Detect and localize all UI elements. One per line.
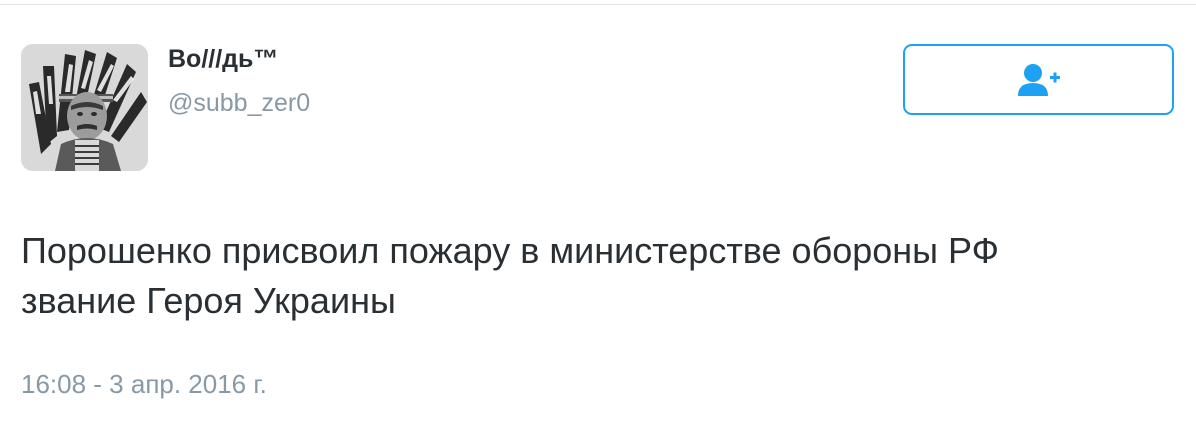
top-divider	[0, 4, 1196, 5]
tweet-text-line: Порошенко присвоил пожару в министерстве…	[21, 230, 999, 271]
avatar-image	[21, 44, 148, 171]
tweet-text-line: звание Героя Украины	[21, 280, 396, 321]
avatar[interactable]	[21, 44, 148, 171]
tweet-text: Порошенко присвоил пожару в министерстве…	[21, 226, 1181, 326]
follow-user-plus-icon	[1017, 63, 1060, 96]
author-display-name[interactable]: Во///дь™	[168, 44, 278, 74]
tweet-timestamp[interactable]: 16:08 - 3 апр. 2016 г.	[21, 367, 267, 401]
follow-button[interactable]	[903, 44, 1174, 115]
author-handle[interactable]: @subb_zer0	[168, 88, 310, 118]
